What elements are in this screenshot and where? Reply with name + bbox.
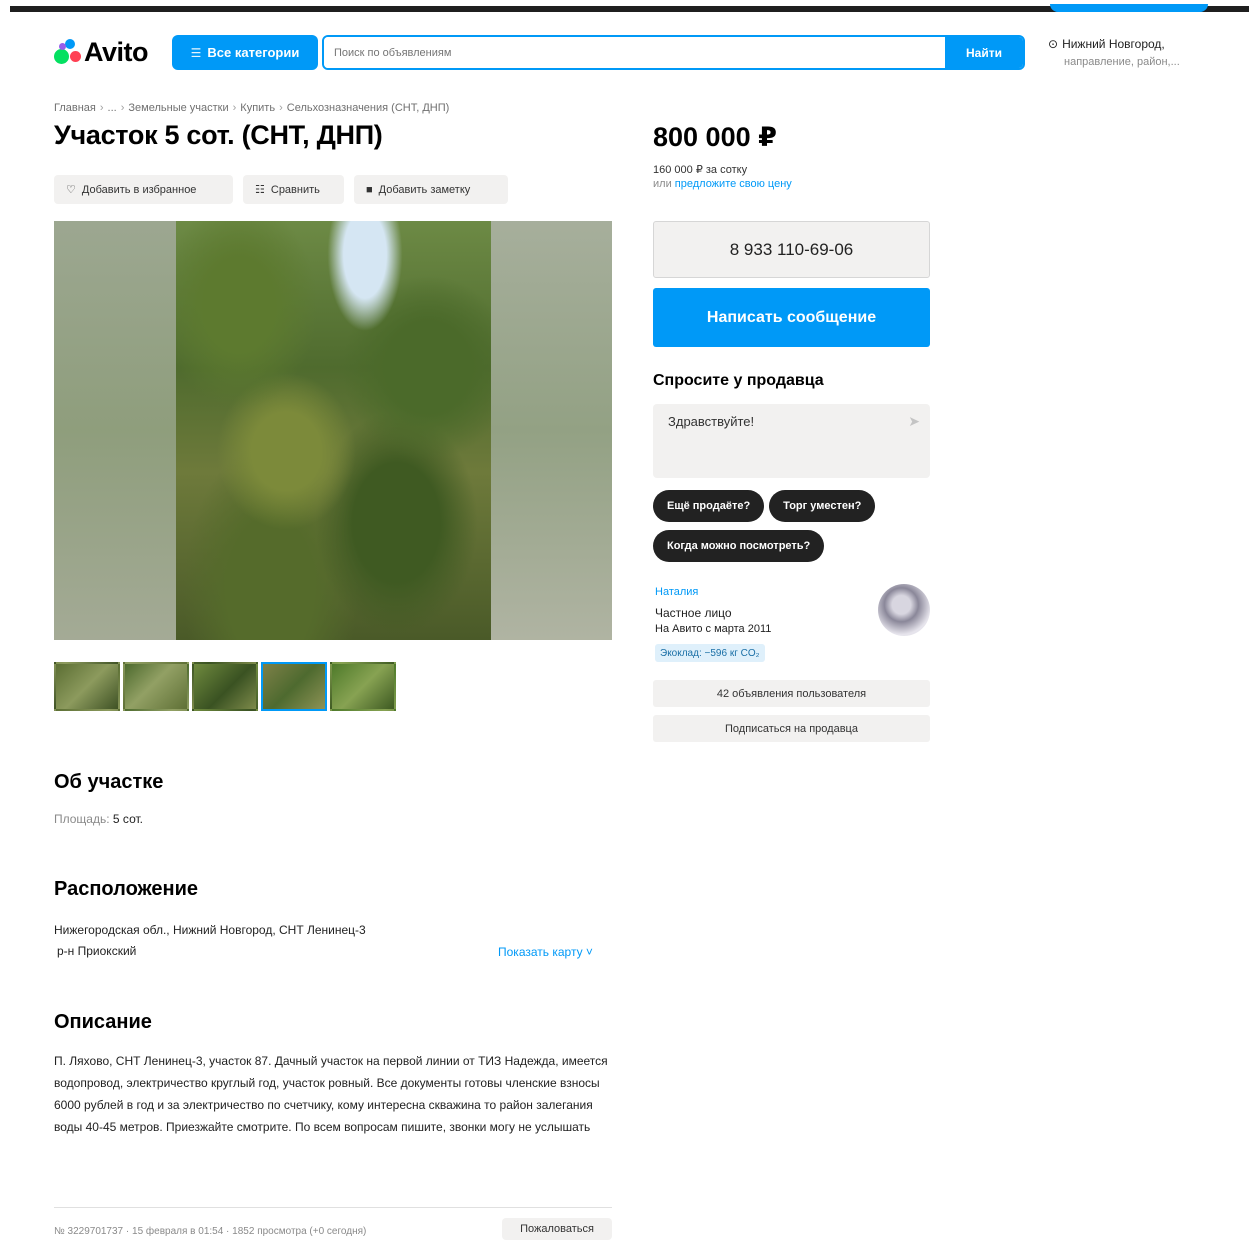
compare-button[interactable]: ☷ Сравнить [243, 175, 344, 204]
offer-prefix: или [653, 178, 672, 190]
listing-actions: ♡ Добавить в избранное ☷ Сравнить ■ Доба… [54, 175, 508, 204]
area-row: Площадь: 5 сот. [54, 812, 143, 826]
seller-type: Частное лицо [655, 606, 732, 620]
breadcrumb-item[interactable]: Главная [54, 102, 96, 114]
gallery-blur-right [491, 221, 612, 640]
thumbnail-strip [54, 662, 396, 711]
breadcrumb-item[interactable]: ... [108, 102, 117, 114]
quick-question-chip[interactable]: Когда можно посмотреть? [653, 530, 825, 562]
location-heading: Расположение [54, 878, 199, 900]
logo-dots-icon [53, 39, 81, 65]
photo-thumbnail-active[interactable] [261, 662, 327, 711]
price-per-unit: 160 000 ₽ за сотку [653, 164, 748, 176]
all-categories-button[interactable]: ☰ Все категории [172, 35, 318, 70]
search-input[interactable] [324, 37, 945, 68]
seller-ads-button[interactable]: 42 объявления пользователя [653, 680, 930, 707]
gallery-blur-left [54, 221, 176, 640]
district-text: р-н Приокский [57, 944, 137, 958]
location-pin-icon: ⊙ [1048, 37, 1059, 51]
breadcrumb: Главная › ... › Земельные участки › Купи… [54, 102, 449, 114]
show-phone-button[interactable]: 8 933 110-69-06 [653, 221, 930, 278]
quick-question-chip[interactable]: Ещё продаёте? [653, 490, 765, 522]
photo-thumbnail[interactable] [123, 662, 189, 711]
seller-since: На Авито с марта 2011 [655, 623, 772, 635]
search-button[interactable]: Найти [945, 37, 1023, 68]
quick-question-chip[interactable]: Торг уместен? [769, 490, 876, 522]
write-message-button[interactable]: Написать сообщение [653, 288, 930, 347]
listing-meta: № 3229701737 · 15 февраля в 01:54 · 1852… [54, 1226, 367, 1237]
location-selector[interactable]: ⊙ Нижний Новгород, направление, район,..… [1048, 35, 1218, 71]
add-note-label: Добавить заметку [378, 183, 471, 196]
photo-gallery[interactable] [54, 221, 612, 640]
compare-label: Сравнить [270, 183, 320, 196]
offer-price-row: или предложите свою цену [653, 178, 792, 190]
breadcrumb-separator: › [120, 102, 125, 114]
description-text: П. Ляхово, СНТ Ленинец-3, участок 87. Да… [54, 1054, 608, 1134]
show-map-link[interactable]: Показать карту ˅ [498, 945, 593, 959]
ask-seller-input[interactable]: Здравствуйте! ➤ [653, 404, 930, 478]
breadcrumb-separator: › [99, 102, 104, 114]
subscribe-seller-button[interactable]: Подписаться на продавца [653, 715, 930, 742]
photo-thumbnail[interactable] [192, 662, 258, 711]
photo-thumbnail[interactable] [330, 662, 396, 711]
logo-text: Avito [84, 36, 149, 67]
location-sub: направление, район,... [1064, 56, 1180, 68]
description-heading: Описание [54, 1011, 152, 1033]
offer-price-link[interactable]: предложите свою цену [675, 178, 792, 190]
breadcrumb-item[interactable]: Земельные участки [128, 102, 228, 114]
send-icon[interactable]: ➤ [908, 413, 920, 430]
quick-questions: Ещё продаёте? Торг уместен? Когда можно … [653, 490, 930, 562]
top-bar-button[interactable] [1050, 4, 1208, 12]
all-categories-label: Все категории [207, 45, 300, 60]
area-value: 5 сот. [112, 812, 143, 826]
compare-icon: ☷ [255, 184, 265, 196]
photo-thumbnail[interactable] [54, 662, 120, 711]
breadcrumb-item[interactable]: Сельхозназначения (СНТ, ДНП) [287, 102, 450, 114]
address-text: Нижегородская обл., Нижний Новгород, СНТ… [54, 923, 366, 937]
seller-name-link[interactable]: Наталия [655, 586, 698, 598]
eco-badge[interactable]: Экоклад: −596 кг CO₂ [655, 644, 765, 662]
location-city: Нижний Новгород, [1062, 37, 1165, 51]
search-bar: Найти [322, 35, 1025, 70]
price: 800 000 ₽ [653, 122, 777, 152]
add-note-button[interactable]: ■ Добавить заметку [354, 175, 508, 204]
seller-avatar[interactable] [878, 584, 930, 636]
heart-icon: ♡ [66, 184, 76, 196]
ask-seller-text: Здравствуйте! [668, 414, 755, 429]
address-block: Нижегородская обл., Нижний Новгород, СНТ… [54, 920, 366, 962]
breadcrumb-separator: › [232, 102, 237, 114]
breadcrumb-item[interactable]: Купить [240, 102, 275, 114]
add-to-favorites-button[interactable]: ♡ Добавить в избранное [54, 175, 233, 204]
page-title: Участок 5 сот. (СНТ, ДНП) [54, 120, 383, 150]
categories-icon: ☰ [190, 45, 202, 60]
note-icon: ■ [366, 183, 373, 196]
complain-button[interactable]: Пожаловаться [502, 1218, 612, 1240]
breadcrumb-separator: › [279, 102, 283, 114]
area-label: Площадь: [54, 812, 110, 826]
main-photo[interactable] [176, 221, 491, 640]
about-heading: Об участке [54, 771, 164, 793]
ask-seller-heading: Спросите у продавца [653, 372, 824, 389]
add-to-favorites-label: Добавить в избранное [81, 183, 197, 196]
avito-logo[interactable]: Avito [53, 36, 149, 67]
divider [54, 1207, 612, 1208]
